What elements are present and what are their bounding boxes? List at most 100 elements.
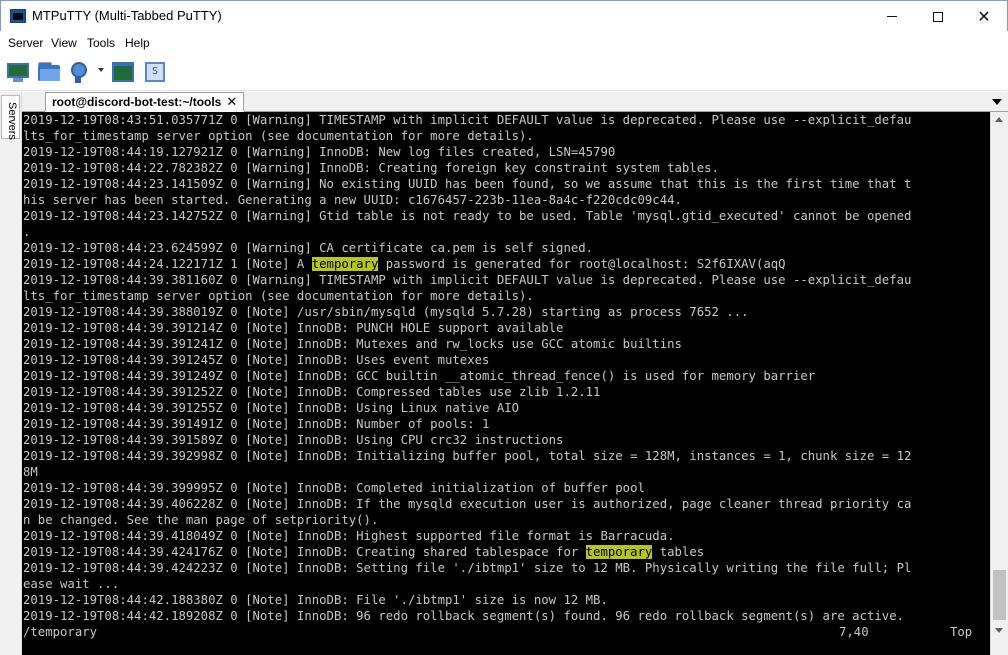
terminal-line: 2019-12-19T08:44:39.391491Z 0 [Note] Inn… xyxy=(23,416,911,432)
terminal-line: 2019-12-19T08:44:39.391255Z 0 [Note] Inn… xyxy=(23,400,911,416)
script-icon[interactable]: S xyxy=(144,61,168,83)
terminal-line-text: 2019-12-19T08:44:19.127921Z 0 [Warning] … xyxy=(23,145,616,159)
scroll-down-arrow-icon[interactable] xyxy=(995,628,1003,633)
terminal-line: ease wait ... xyxy=(23,576,911,592)
terminal-line: 2019-12-19T08:44:39.424176Z 0 [Note] Inn… xyxy=(23,544,911,560)
terminal-line-text: 2019-12-19T08:43:51.035771Z 0 [Warning] … xyxy=(23,113,912,127)
terminal-line-text: 2019-12-19T08:44:39.391245Z 0 [Note] Inn… xyxy=(23,353,490,367)
servers-sidebar: Servers xyxy=(0,92,22,655)
monitor-icon[interactable] xyxy=(6,61,30,83)
menu-server[interactable]: Server xyxy=(8,36,43,50)
terminal-line: 2019-12-19T08:44:42.189208Z 0 [Note] Inn… xyxy=(23,608,911,624)
maximize-button[interactable] xyxy=(915,1,961,32)
terminal-output[interactable]: 2019-12-19T08:43:51.035771Z 0 [Warning] … xyxy=(22,112,990,655)
menu-bar: Server View Tools Help xyxy=(1,31,1007,55)
terminal-line: 2019-12-19T08:44:39.388019Z 0 [Note] /us… xyxy=(23,304,911,320)
terminal-line-text: his server has been started. Generating … xyxy=(23,193,682,207)
terminal-line-text: 2019-12-19T08:44:39.424176Z 0 [Note] Inn… xyxy=(23,545,586,559)
terminal-line-text: 2019-12-19T08:44:39.399995Z 0 [Note] Inn… xyxy=(23,481,645,495)
maximize-icon xyxy=(933,11,943,22)
session-tab[interactable]: root@discord-bot-test:~/tools ✕ xyxy=(45,92,245,112)
terminal-line-text: lts_for_timestamp server option (see doc… xyxy=(23,289,534,303)
terminal-line: 2019-12-19T08:44:23.142752Z 0 [Warning] … xyxy=(23,208,911,224)
terminal-line: 2019-12-19T08:44:39.381160Z 0 [Warning] … xyxy=(23,272,911,288)
terminal-line-text: 8M xyxy=(23,465,38,479)
terminal-line: 2019-12-19T08:44:19.127921Z 0 [Warning] … xyxy=(23,144,911,160)
terminal-line-text: 2019-12-19T08:44:39.391241Z 0 [Note] Inn… xyxy=(23,337,682,351)
terminal-line: 2019-12-19T08:44:39.392998Z 0 [Note] Inn… xyxy=(23,448,911,464)
terminal-line-text: 2019-12-19T08:44:39.391214Z 0 [Note] Inn… xyxy=(23,321,564,335)
terminal-line: 2019-12-19T08:44:39.391245Z 0 [Note] Inn… xyxy=(23,352,911,368)
terminal-line: 2019-12-19T08:44:39.418049Z 0 [Note] Inn… xyxy=(23,528,911,544)
terminal-line-text: lts_for_timestamp server option (see doc… xyxy=(23,129,534,143)
terminal-line-text: 2019-12-19T08:44:39.418049Z 0 [Note] Inn… xyxy=(23,529,675,543)
terminal-line: 2019-12-19T08:44:23.141509Z 0 [Warning] … xyxy=(23,176,911,192)
close-icon: ✕ xyxy=(977,7,991,26)
servers-label: Servers xyxy=(6,102,18,140)
window-title: MTPuTTY (Multi-Tabbed PuTTY) xyxy=(32,8,222,23)
search-highlight: temporary xyxy=(311,257,379,271)
terminal-line-text: /temporary xyxy=(23,625,98,639)
terminal-line: 2019-12-19T08:44:23.624599Z 0 [Warning] … xyxy=(23,240,911,256)
terminal-line-text: 2019-12-19T08:44:39.406228Z 0 [Note] Inn… xyxy=(23,497,912,511)
toolbar: S xyxy=(1,55,1007,91)
terminal-line-text: 2019-12-19T08:44:39.391491Z 0 [Note] Inn… xyxy=(23,417,490,431)
terminal-lines: 2019-12-19T08:43:51.035771Z 0 [Warning] … xyxy=(23,112,911,640)
terminal-line: lts_for_timestamp server option (see doc… xyxy=(23,128,911,144)
title-bar[interactable]: MTPuTTY (Multi-Tabbed PuTTY) ✕ xyxy=(0,0,1008,31)
menu-help[interactable]: Help xyxy=(125,36,150,50)
terminal-line: 2019-12-19T08:44:39.391241Z 0 [Note] Inn… xyxy=(23,336,911,352)
terminal-icon[interactable] xyxy=(111,61,135,83)
scroll-position: Top xyxy=(950,625,973,639)
close-button[interactable]: ✕ xyxy=(961,1,1007,32)
terminal-line-text: 2019-12-19T08:44:23.624599Z 0 [Warning] … xyxy=(23,241,594,255)
search-highlight: temporary xyxy=(585,545,653,559)
terminal-line: 2019-12-19T08:44:22.782382Z 0 [Warning] … xyxy=(23,160,911,176)
terminal-line-text: 2019-12-19T08:44:39.391589Z 0 [Note] Inn… xyxy=(23,433,564,447)
terminal-line-text: 2019-12-19T08:44:42.189208Z 0 [Note] Inn… xyxy=(23,609,904,623)
folder-icon[interactable] xyxy=(37,61,61,83)
terminal-line-text: 2019-12-19T08:44:23.141509Z 0 [Warning] … xyxy=(23,177,912,191)
terminal-line-text: 2019-12-19T08:44:39.391249Z 0 [Note] Inn… xyxy=(23,369,816,383)
terminal-line: his server has been started. Generating … xyxy=(23,192,911,208)
terminal-line-text: password is generated for root@localhost… xyxy=(378,257,786,271)
terminal-line: 2019-12-19T08:44:39.406228Z 0 [Note] Inn… xyxy=(23,496,911,512)
terminal-line-text: tables xyxy=(652,545,705,559)
menu-tools[interactable]: Tools xyxy=(87,36,115,50)
terminal-line-text: n be changed. See the man page of setpri… xyxy=(23,513,379,527)
terminal-line-text: 2019-12-19T08:44:39.392998Z 0 [Note] Inn… xyxy=(23,449,912,463)
terminal-line-text: 2019-12-19T08:44:42.188380Z 0 [Note] Inn… xyxy=(23,593,608,607)
terminal-line-text: 2019-12-19T08:44:23.142752Z 0 [Warning] … xyxy=(23,209,912,223)
scroll-up-arrow-icon[interactable] xyxy=(995,117,1003,122)
terminal-line: 2019-12-19T08:44:39.391214Z 0 [Note] Inn… xyxy=(23,320,911,336)
connect-icon[interactable] xyxy=(68,61,92,83)
vertical-scrollbar[interactable] xyxy=(990,112,1008,655)
terminal-line-text: ease wait ... xyxy=(23,577,120,591)
menu-view[interactable]: View xyxy=(51,36,77,50)
terminal-line: 2019-12-19T08:44:39.399995Z 0 [Note] Inn… xyxy=(23,480,911,496)
mtputty-app-icon xyxy=(10,9,26,23)
terminal-line: /temporary xyxy=(23,624,911,640)
terminal-line: 2019-12-19T08:43:51.035771Z 0 [Warning] … xyxy=(23,112,911,128)
terminal-line: 2019-12-19T08:44:39.391589Z 0 [Note] Inn… xyxy=(23,432,911,448)
terminal-line: 2019-12-19T08:44:39.391249Z 0 [Note] Inn… xyxy=(23,368,911,384)
minimize-icon xyxy=(887,16,897,17)
tab-close-icon[interactable]: ✕ xyxy=(226,96,237,109)
terminal-line-text: 2019-12-19T08:44:39.391255Z 0 [Note] Inn… xyxy=(23,401,520,415)
terminal-line-text: 2019-12-19T08:44:24.122171Z 1 [Note] A xyxy=(23,257,312,271)
terminal-line: 2019-12-19T08:44:39.391252Z 0 [Note] Inn… xyxy=(23,384,911,400)
terminal-line-text: 2019-12-19T08:44:39.391252Z 0 [Note] Inn… xyxy=(23,385,601,399)
terminal-line: n be changed. See the man page of setpri… xyxy=(23,512,911,528)
tab-strip: root@discord-bot-test:~/tools ✕ xyxy=(22,92,1008,112)
servers-tab[interactable]: Servers xyxy=(1,95,20,140)
terminal-line: 2019-12-19T08:44:39.424223Z 0 [Note] Inn… xyxy=(23,560,911,576)
terminal-line: 2019-12-19T08:44:24.122171Z 1 [Note] A t… xyxy=(23,256,911,272)
tab-list-dropdown-icon[interactable] xyxy=(992,99,1002,105)
session-tab-label: root@discord-bot-test:~/tools xyxy=(52,95,222,109)
terminal-line: 2019-12-19T08:44:42.188380Z 0 [Note] Inn… xyxy=(23,592,911,608)
minimize-button[interactable] xyxy=(869,1,915,32)
terminal-line-text: 2019-12-19T08:44:39.388019Z 0 [Note] /us… xyxy=(23,305,749,319)
terminal-line: . xyxy=(23,224,911,240)
scrollbar-thumb[interactable] xyxy=(993,570,1006,620)
dropdown-arrow-icon[interactable] xyxy=(98,68,104,72)
